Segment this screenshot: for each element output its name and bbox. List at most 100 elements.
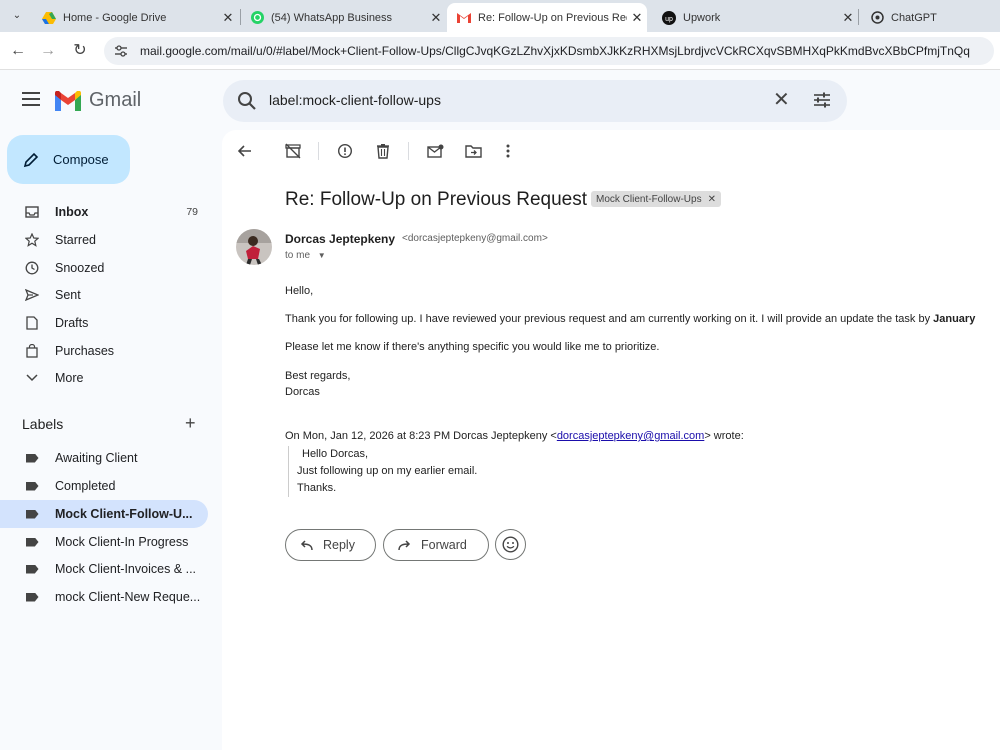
upwork-icon: up — [662, 10, 676, 25]
close-tab-icon[interactable]: ✕ — [627, 10, 647, 26]
send-icon — [24, 287, 40, 303]
tab-title: ChatGPT — [891, 11, 937, 24]
labels-heading: Labels — [22, 416, 64, 432]
draft-icon — [24, 315, 40, 331]
caret-down-icon[interactable]: ▼ — [318, 251, 326, 260]
chevron-down-icon — [24, 370, 40, 386]
tab-title: Home - Google Drive — [63, 11, 167, 24]
emoji-reaction-button[interactable] — [495, 529, 526, 560]
sidebar-item-label: Sent — [55, 288, 81, 302]
email-paragraph-text: Thank you for following up. I have revie… — [285, 313, 934, 325]
sidebar-item-sent[interactable]: Sent — [0, 281, 208, 309]
label-mock-client-in-progress[interactable]: Mock Client-In Progress — [0, 528, 208, 556]
label-completed[interactable]: Completed — [0, 472, 208, 500]
reply-arrow-icon — [300, 539, 313, 551]
tab-title: (54) WhatsApp Business — [271, 11, 393, 24]
delete-icon[interactable] — [373, 141, 393, 161]
svg-text:up: up — [665, 16, 673, 23]
forward-label: Forward — [421, 538, 467, 552]
whatsapp-icon — [250, 11, 264, 25]
tab-chatgpt[interactable]: ChatGPT — [860, 3, 1000, 32]
back-arrow-icon[interactable]: ← — [8, 41, 28, 61]
search-bar[interactable]: ✕ — [223, 80, 847, 122]
tab-title: Upwork — [683, 11, 721, 24]
tab-whatsapp[interactable]: (54) WhatsApp Business ✕ — [240, 3, 446, 32]
clear-search-icon[interactable]: ✕ — [773, 90, 790, 110]
label-tag-icon — [24, 506, 40, 522]
sidebar-item-snoozed[interactable]: Snoozed — [0, 254, 208, 282]
sidebar-item-starred[interactable]: Starred — [0, 226, 208, 254]
sidebar-item-label: Drafts — [55, 316, 89, 330]
label-name: Mock Client-Follow-U... — [55, 507, 193, 521]
label-mock-client-new-requests[interactable]: mock Client-New Reque... — [0, 583, 208, 611]
label-mock-client-follow-ups[interactable]: Mock Client-Follow-U... — [0, 500, 208, 528]
search-options-icon[interactable] — [813, 91, 831, 109]
tab-search-chevron-icon[interactable]: ⌄ — [8, 7, 26, 25]
label-tag-icon — [24, 450, 40, 466]
sidebar-item-purchases[interactable]: Purchases — [0, 337, 208, 365]
smiley-icon — [502, 536, 519, 553]
email-signature: Dorcas — [285, 386, 320, 398]
email-greeting: Hello, — [285, 285, 314, 297]
add-label-icon[interactable]: + — [185, 414, 196, 432]
remove-label-icon[interactable]: ✕ — [708, 194, 716, 205]
gmail-m-icon — [55, 90, 81, 111]
avatar[interactable] — [236, 229, 272, 265]
label-chip[interactable]: Mock Client-Follow-Ups ✕ — [591, 191, 721, 207]
recipient-details[interactable]: to me ▼ — [285, 250, 326, 261]
pencil-icon — [23, 152, 39, 167]
label-name: Mock Client-In Progress — [55, 535, 189, 549]
label-awaiting-client[interactable]: Awaiting Client — [0, 444, 208, 472]
site-settings-icon[interactable] — [114, 44, 128, 58]
close-tab-icon[interactable]: ✕ — [838, 10, 858, 26]
search-icon[interactable] — [237, 91, 257, 111]
sidebar-item-inbox[interactable]: Inbox 79 — [0, 198, 208, 226]
email-paragraph: Please let me know if there's anything s… — [285, 341, 660, 353]
sidebar-item-label: More — [55, 371, 84, 385]
archive-icon[interactable] — [283, 141, 303, 161]
more-options-icon[interactable] — [498, 141, 518, 161]
sidebar-item-label: Snoozed — [55, 261, 105, 275]
close-tab-icon[interactable]: ✕ — [218, 10, 238, 26]
label-mock-client-invoices[interactable]: Mock Client-Invoices & ... — [0, 555, 208, 583]
sidebar-item-more[interactable]: More — [0, 364, 208, 392]
reload-icon[interactable]: ↻ — [70, 41, 90, 61]
toolbar-divider — [318, 142, 319, 160]
clock-icon — [24, 260, 40, 276]
inbox-count: 79 — [186, 206, 198, 218]
gmail-logo[interactable]: Gmail — [55, 89, 141, 112]
quote-line: Just following up on my earlier email. — [297, 465, 478, 477]
report-spam-icon[interactable] — [335, 141, 355, 161]
reply-button[interactable]: Reply — [285, 529, 376, 561]
mark-unread-icon[interactable] — [425, 141, 445, 161]
url-text: mail.google.com/mail/u/0/#label/Mock+Cli… — [140, 44, 970, 58]
main-menu-icon[interactable] — [22, 92, 40, 106]
tab-gmail-active[interactable]: Re: Follow-Up on Previous Reque ✕ — [447, 3, 647, 32]
browser-tab-bar: ⌄ Home - Google Drive ✕ (54) WhatsApp Bu… — [0, 0, 1000, 32]
forward-button[interactable]: Forward — [383, 529, 489, 561]
url-bar[interactable]: mail.google.com/mail/u/0/#label/Mock+Cli… — [104, 37, 994, 65]
sender-email: <dorcasjeptepkeny@gmail.com> — [402, 233, 548, 244]
quote-line: Hello Dorcas, — [302, 448, 369, 460]
move-to-icon[interactable] — [463, 141, 483, 161]
recipient-text: to me — [285, 250, 311, 261]
tab-upwork[interactable]: up Upwork ✕ — [652, 3, 858, 32]
email-paragraph-bold: January — [933, 313, 976, 325]
google-drive-icon — [42, 11, 56, 25]
quote-header: On Mon, Jan 12, 2026 at 8:23 PM Dorcas J… — [285, 430, 744, 442]
tab-divider — [858, 9, 859, 25]
sidebar-item-drafts[interactable]: Drafts — [0, 309, 208, 337]
inbox-icon — [24, 204, 40, 220]
tab-google-drive[interactable]: Home - Google Drive ✕ — [32, 3, 238, 32]
label-name: Awaiting Client — [55, 451, 138, 465]
forward-arrow-icon[interactable]: → — [38, 41, 58, 61]
close-tab-icon[interactable]: ✕ — [426, 10, 446, 26]
quote-outro: > wrote: — [704, 430, 744, 442]
back-to-list-icon[interactable] — [235, 141, 255, 161]
purchases-icon — [24, 343, 40, 359]
compose-button[interactable]: Compose — [7, 135, 130, 184]
label-name: Completed — [55, 479, 116, 493]
search-input[interactable] — [269, 92, 769, 108]
email-view: Re: Follow-Up on Previous Request Mock C… — [222, 130, 1000, 750]
quote-email-link[interactable]: dorcasjeptepkeny@gmail.com — [557, 430, 705, 442]
